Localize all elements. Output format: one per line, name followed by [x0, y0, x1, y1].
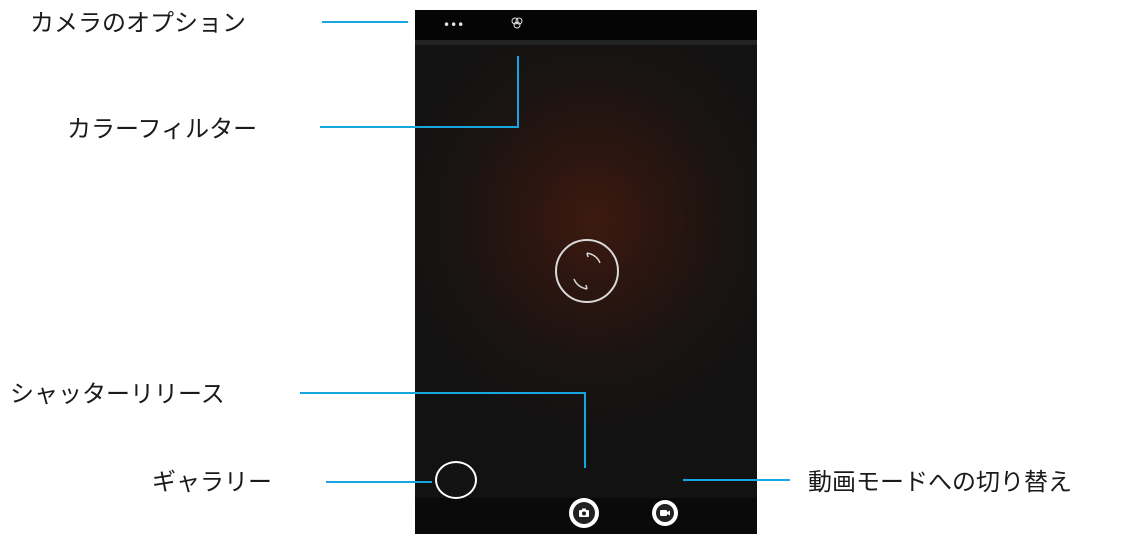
callout-line-shutter-vertical: [584, 392, 586, 468]
toolbar-divider: [415, 40, 757, 45]
top-toolbar: [415, 10, 757, 40]
shutter-release-button[interactable]: [569, 498, 599, 528]
callout-gallery-label: ギャラリー: [152, 468, 272, 496]
callout-line-camera-options: [322, 21, 408, 23]
callout-color-filter-label: カラーフィルター: [67, 115, 258, 143]
focus-ring: [555, 239, 619, 303]
callout-line-gallery: [326, 481, 432, 483]
camera-screen: •••: [415, 10, 757, 534]
callout-line-color-filter-vertical: [517, 56, 519, 128]
more-options-icon[interactable]: •••: [443, 19, 464, 31]
callout-camera-options-label: カメラのオプション: [30, 9, 246, 37]
camera-icon: [579, 508, 589, 517]
callout-shutter-release-label: シャッターリリース: [10, 380, 225, 408]
video-camera-icon: [660, 510, 670, 516]
callout-line-shutter: [300, 392, 586, 394]
callout-line-video-switch: [683, 479, 790, 481]
gallery-thumbnail[interactable]: [435, 461, 477, 499]
color-filter-icon[interactable]: [510, 16, 524, 30]
video-mode-button[interactable]: [652, 500, 678, 526]
video-inner: [656, 504, 674, 522]
callout-line-color-filter: [320, 126, 519, 128]
focus-bracket-icon: [573, 252, 601, 290]
callout-video-switch-label: 動画モードへの切り替え: [808, 468, 1072, 496]
shutter-inner: [573, 502, 595, 524]
